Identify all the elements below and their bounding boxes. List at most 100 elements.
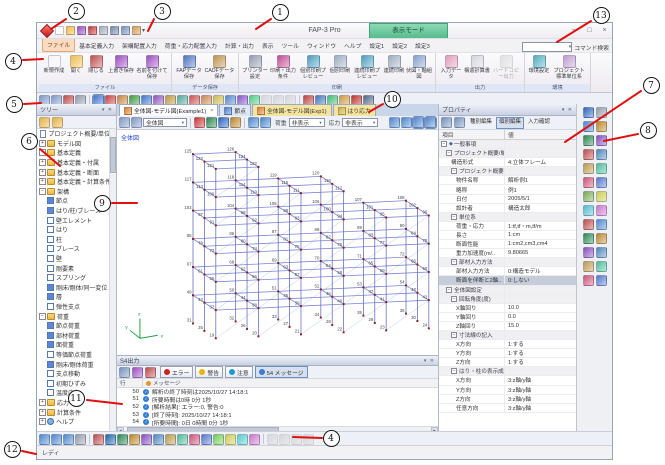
layer-checkbox-icon[interactable]	[47, 380, 54, 387]
open-file-icon[interactable]	[66, 26, 75, 35]
property-row[interactable]: 任意方向3:z軸/y軸	[439, 404, 576, 413]
legend-node-icon[interactable]	[206, 117, 217, 128]
tree-expander-icon[interactable]: +	[39, 159, 46, 166]
layer-checkbox-icon[interactable]	[47, 236, 54, 243]
property-row[interactable]: 断面性能1:cm2,cm3,cm4	[439, 240, 576, 249]
view-type-select[interactable]: 全体図▾	[143, 118, 187, 127]
lasso-select-icon[interactable]	[596, 121, 607, 132]
edit-by-type-button[interactable]: 種別編集	[467, 117, 495, 129]
rotate-ccw-icon[interactable]	[260, 117, 271, 128]
open-button[interactable]: 開く	[67, 54, 85, 83]
layer-checkbox-icon[interactable]	[47, 207, 54, 214]
msg-copy-icon[interactable]	[119, 367, 130, 378]
close-tab-icon[interactable]: ×	[210, 108, 213, 114]
group-expander-icon[interactable]: −	[451, 368, 457, 374]
tree-scrollbar[interactable]	[109, 129, 116, 432]
quick-access-more-icon[interactable]: ▾	[142, 27, 145, 34]
rotate-y-icon[interactable]	[583, 177, 594, 188]
filter-error-button[interactable]: エラー	[160, 366, 193, 378]
view-axono-icon[interactable]	[583, 233, 594, 244]
zoom-window-icon[interactable]	[596, 149, 607, 160]
plan-elevation-button[interactable]: 伏図・軸組図	[406, 54, 432, 83]
shrink-member-icon[interactable]	[237, 434, 248, 445]
next-view-icon[interactable]	[131, 117, 142, 128]
layer-checkbox-icon[interactable]	[47, 284, 54, 291]
tree-item[interactable]: 部材荷重	[37, 330, 116, 340]
ribbon-tab-ウィンドウ[interactable]: ウィンドウ	[303, 39, 340, 52]
view-right-icon[interactable]	[596, 205, 607, 216]
view-y-b-icon[interactable]	[129, 434, 140, 445]
axis-toggle-icon[interactable]	[401, 117, 412, 128]
ribbon-tab-設定3[interactable]: 設定3	[411, 39, 434, 52]
filter-message-button[interactable]: 54 メッセージ	[255, 366, 308, 378]
layer-checkbox-icon[interactable]	[47, 361, 54, 368]
batch-print-preview-button[interactable]: 連続印刷プレビュー	[352, 54, 382, 83]
msg-clear-icon[interactable]	[145, 367, 156, 378]
ribbon-tab-設定1[interactable]: 設定1	[365, 39, 388, 52]
zoom-fit-b-icon[interactable]	[75, 434, 86, 445]
prop-grid-icon[interactable]	[441, 117, 452, 128]
app-logo-diamond-icon[interactable]	[41, 25, 52, 36]
tree-item[interactable]: スプリング	[37, 273, 116, 283]
perspective-icon[interactable]	[596, 233, 607, 244]
rotate-cw-icon[interactable]	[248, 117, 259, 128]
property-row[interactable]: Z軸回り15.0	[439, 322, 576, 331]
node-toggle-icon[interactable]	[425, 117, 436, 128]
property-row[interactable]: 日付2005/5/1	[439, 195, 576, 204]
select-cursor-icon[interactable]	[583, 107, 594, 118]
properties-panel-header-buttons[interactable]: ▾ ✕	[562, 107, 573, 113]
ribbon-tab-荷重・応力配置入力[interactable]: 荷重・応力配置入力	[161, 39, 221, 52]
display-mode-tab[interactable]: 表示モード	[369, 23, 448, 38]
tree-item[interactable]: 弾性支点	[37, 302, 116, 312]
load-display-select[interactable]: 非表示▾	[289, 118, 325, 127]
view-left-icon[interactable]	[583, 205, 594, 216]
drawing-canvas[interactable]: 全体図 192021222324252627282930313233343536…	[117, 130, 438, 355]
tree-item[interactable]: +基本定義・計算条件	[37, 177, 116, 187]
environment-settings-button[interactable]: 環境設定	[528, 54, 550, 83]
close-window-button[interactable]: ×	[597, 24, 612, 37]
layer-checkbox-icon[interactable]	[47, 332, 54, 339]
group-expander-icon[interactable]: −	[451, 296, 457, 302]
layer-checkbox-icon[interactable]	[47, 293, 54, 300]
property-row[interactable]: −回転角度(度)	[439, 295, 576, 304]
ribbon-tab-ヘルプ[interactable]: ヘルプ	[340, 39, 365, 52]
project-unit-system-button[interactable]: プロジェクト標準単位系	[551, 54, 587, 83]
property-row[interactable]: 構造形式4:立体フレーム	[439, 158, 576, 167]
ribbon-tab-ファイル[interactable]: ファイル	[42, 37, 75, 52]
tree-item[interactable]: 壁	[37, 254, 116, 264]
filter-notice-button[interactable]: 注意	[225, 366, 253, 378]
layer-checkbox-icon[interactable]	[47, 341, 54, 348]
layer-checkbox-icon[interactable]	[47, 370, 54, 377]
tree-expander-icon[interactable]: −	[39, 313, 46, 320]
section-view-icon[interactable]	[596, 247, 607, 258]
property-row[interactable]: 断面を伴断と2軸..0:しない	[439, 276, 576, 285]
ribbon-tab-計算・出力[interactable]: 計算・出力	[221, 39, 258, 52]
layer-checkbox-icon[interactable]	[47, 197, 54, 204]
save-button[interactable]: 上書き保存	[107, 54, 135, 83]
input-data-button[interactable]: 入力データ	[439, 54, 463, 83]
tree-item[interactable]: 剛床/剛体荷重	[37, 359, 116, 369]
view-x-b-icon[interactable]	[117, 434, 128, 445]
document-tab[interactable]: 全体図-モデル図(Example1)×	[119, 104, 218, 116]
rotate-free-icon[interactable]	[583, 163, 594, 174]
layer-checkbox-icon[interactable]	[47, 274, 54, 281]
property-row[interactable]: −はり・柱の表示成分	[439, 367, 576, 376]
tree-expander-icon[interactable]: +	[39, 178, 46, 185]
tree-item[interactable]: +基本定義・断面	[37, 167, 116, 177]
zoom-out-icon[interactable]	[583, 149, 594, 160]
ribbon-tab-表示[interactable]: 表示	[258, 39, 278, 52]
document-tab[interactable]: 全体図-モデル図(Exp1)	[252, 104, 332, 116]
view-front-icon[interactable]	[583, 191, 594, 202]
grid-toggle-icon[interactable]	[389, 117, 400, 128]
document-tab[interactable]: はり応力	[333, 104, 376, 116]
tree-item[interactable]: 壁エレメント	[37, 215, 116, 225]
fill-wall-icon[interactable]	[249, 434, 260, 445]
view-z-b-icon[interactable]	[141, 434, 152, 445]
batch-print-button[interactable]: 連続印刷	[383, 54, 405, 83]
rotate-z-icon[interactable]	[596, 177, 607, 188]
group-expander-icon[interactable]: −	[451, 332, 457, 338]
prop-category-icon[interactable]	[454, 117, 465, 128]
redo-icon[interactable]	[99, 26, 108, 35]
print-output-cond-button[interactable]: 印刷・出力条件	[269, 54, 297, 83]
hardcopy-icon[interactable]	[583, 275, 594, 286]
